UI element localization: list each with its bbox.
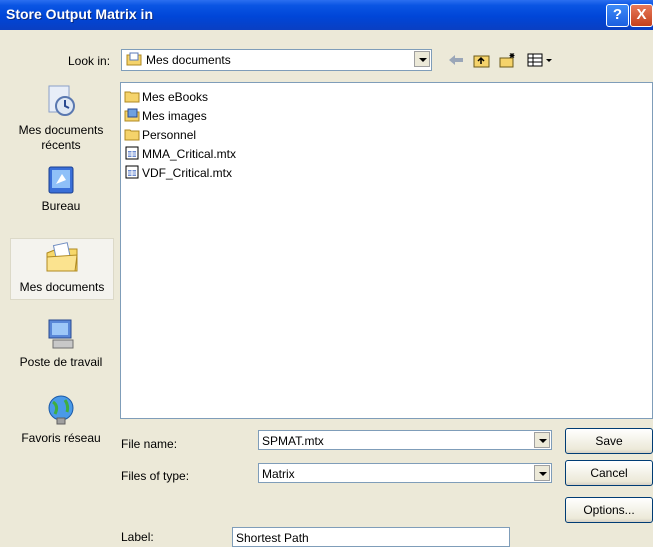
my-documents-icon [126, 52, 142, 66]
options-button[interactable]: Options... [565, 497, 653, 523]
file-list[interactable]: Mes eBooks Mes images Personnel MMA_Crit… [120, 82, 653, 419]
desktop-icon [48, 166, 74, 194]
chevron-down-icon[interactable] [534, 432, 550, 448]
place-my-computer[interactable]: Poste de travail [10, 316, 112, 378]
list-item[interactable]: MMA_Critical.mtx [124, 146, 236, 164]
folder-icon [124, 129, 140, 141]
file-type-value: Matrix [262, 467, 295, 481]
list-item[interactable]: Mes eBooks [124, 89, 208, 107]
place-desktop[interactable]: Bureau [10, 164, 112, 226]
place-label: Favoris réseau [21, 431, 101, 445]
file-type-dropdown[interactable]: Matrix [258, 463, 552, 483]
place-label: Bureau [41, 199, 81, 213]
new-folder-icon[interactable] [499, 52, 517, 68]
image-folder-icon [124, 108, 140, 122]
place-recent-documents[interactable]: Mes documents récents [10, 80, 112, 166]
place-label: Mes documents [19, 280, 105, 294]
file-name-input[interactable]: SPMAT.mtx [258, 430, 552, 450]
file-type-label: Files of type: [121, 469, 190, 483]
list-item[interactable]: Mes images [124, 108, 207, 126]
file-name-label: File name: [121, 437, 178, 451]
folder-icon [124, 91, 140, 103]
close-button[interactable]: X [630, 4, 653, 27]
window-title: Store Output Matrix in [6, 6, 153, 22]
list-item[interactable]: VDF_Critical.mtx [124, 165, 232, 183]
network-places-icon [48, 395, 74, 425]
look-in-label: Look in: [68, 54, 111, 68]
save-button[interactable]: Save [565, 428, 653, 454]
places-bar: Mes documents récents Bureau Mes documen… [10, 80, 114, 460]
title-bar: Store Output Matrix in ? X [0, 0, 653, 30]
place-label: Mes documents récents [18, 123, 104, 152]
file-name-value: SPMAT.mtx [262, 434, 324, 448]
label-label: Label: [121, 530, 154, 544]
list-item[interactable]: Personnel [124, 127, 196, 145]
cancel-button[interactable]: Cancel [565, 460, 653, 486]
look-in-dropdown[interactable]: Mes documents [121, 49, 432, 71]
matrix-file-icon [125, 165, 139, 179]
help-button[interactable]: ? [606, 4, 629, 27]
back-arrow-icon[interactable] [447, 52, 465, 68]
place-network[interactable]: Favoris réseau [10, 392, 112, 454]
place-label: Poste de travail [19, 355, 103, 369]
label-value: Shortest Path [236, 531, 309, 545]
matrix-file-icon [125, 146, 139, 160]
label-input[interactable]: Shortest Path [232, 527, 510, 547]
recent-documents-icon [48, 85, 75, 116]
chevron-down-icon[interactable] [534, 465, 550, 481]
view-menu-icon[interactable] [527, 52, 555, 68]
place-my-documents[interactable]: Mes documents [10, 238, 114, 300]
chevron-down-icon[interactable] [414, 51, 430, 67]
my-documents-icon [46, 242, 78, 272]
up-one-level-icon[interactable] [473, 52, 491, 68]
look-in-value: Mes documents [146, 53, 231, 67]
my-computer-icon [48, 319, 74, 349]
